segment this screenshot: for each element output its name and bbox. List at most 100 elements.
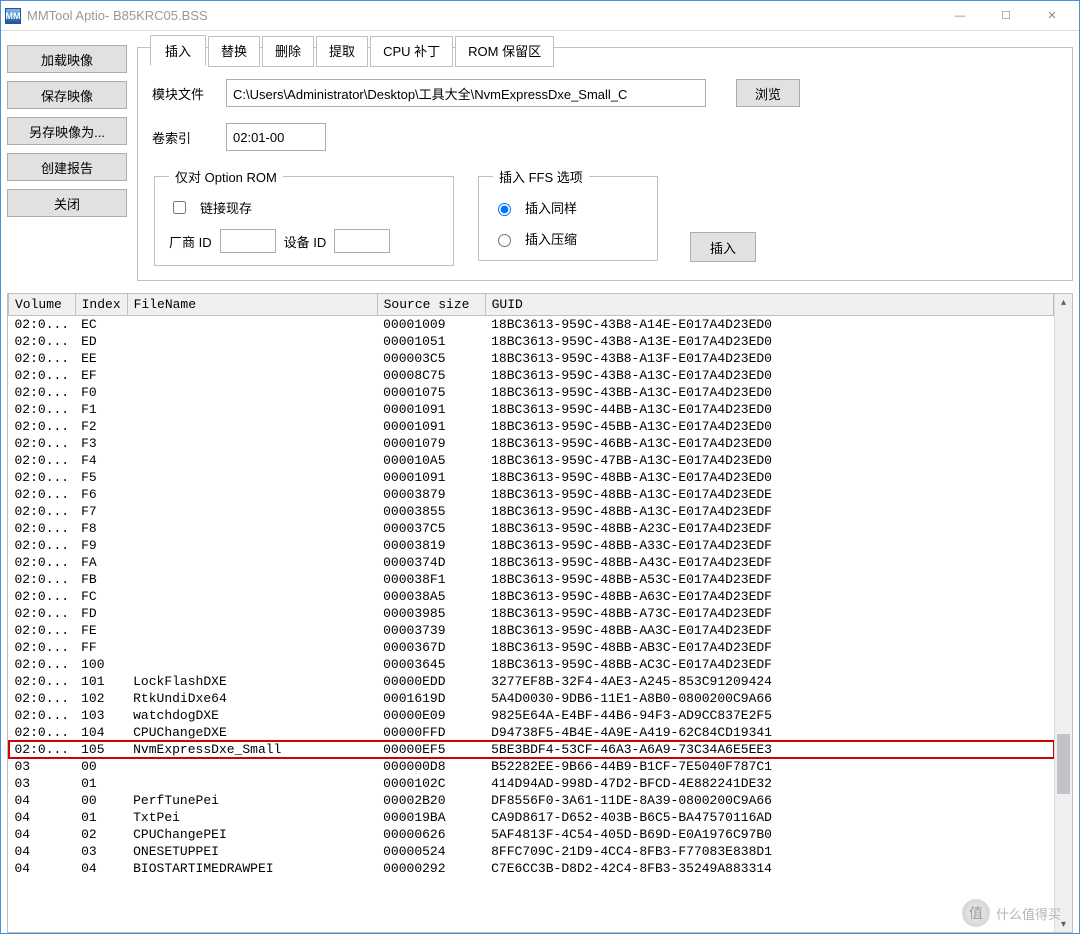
cell-fn: RtkUndiDxe64 (127, 690, 377, 707)
scroll-up-icon[interactable]: ▴ (1056, 294, 1072, 310)
app-icon: MM (5, 8, 21, 24)
table-row[interactable]: 02:0...104CPUChangeDXE00000FFDD94738F5-4… (9, 724, 1054, 741)
module-file-input[interactable] (226, 79, 706, 107)
col-sourcesize[interactable]: Source size (377, 294, 485, 316)
cell-sz: 000000D8 (377, 758, 485, 775)
cell-fn (127, 758, 377, 775)
volume-index-input[interactable] (226, 123, 326, 151)
table-row[interactable]: 02:0...FB000038F118BC3613-959C-48BB-A53C… (9, 571, 1054, 588)
table-row[interactable]: 02:0...EF00008C7518BC3613-959C-43B8-A13C… (9, 367, 1054, 384)
scroll-down-icon[interactable]: ▾ (1056, 916, 1072, 932)
cell-guid: 18BC3613-959C-48BB-AC3C-E017A4D23EDF (485, 656, 1053, 673)
link-existing-checkbox[interactable] (173, 201, 186, 214)
close-app-button[interactable]: 关闭 (7, 189, 127, 217)
table-row[interactable]: 02:0...F10000109118BC3613-959C-44BB-A13C… (9, 401, 1054, 418)
insert-button[interactable]: 插入 (690, 232, 756, 262)
table-row[interactable]: 02:0...103watchdogDXE00000E099825E64A-E4… (9, 707, 1054, 724)
cell-idx: F7 (75, 503, 127, 520)
cell-sz: 0000102C (377, 775, 485, 792)
cell-idx: 03 (75, 843, 127, 860)
table-row[interactable]: 02:0...F8000037C518BC3613-959C-48BB-A23C… (9, 520, 1054, 537)
module-file-label: 模块文件 (152, 84, 212, 103)
titlebar[interactable]: MM MMTool Aptio- B85KRC05.BSS — ☐ ✕ (1, 1, 1079, 31)
table-row[interactable]: 02:0...EC0000100918BC3613-959C-43B8-A14E… (9, 316, 1054, 334)
cell-guid: 18BC3613-959C-43B8-A14E-E017A4D23ED0 (485, 316, 1053, 334)
save-image-button[interactable]: 保存映像 (7, 81, 127, 109)
insert-compressed-label: 插入压缩 (525, 229, 577, 248)
cell-guid: 18BC3613-959C-43B8-A13E-E017A4D23ED0 (485, 333, 1053, 350)
table-row[interactable]: 02:0...FA0000374D18BC3613-959C-48BB-A43C… (9, 554, 1054, 571)
insert-same-radio[interactable] (498, 203, 511, 216)
table-row[interactable]: 02:0...FC000038A518BC3613-959C-48BB-A63C… (9, 588, 1054, 605)
table-row[interactable]: 0403ONESETUPPEI000005248FFC709C-21D9-4CC… (9, 843, 1054, 860)
save-image-as-button[interactable]: 另存映像为... (7, 117, 127, 145)
insert-compressed-radio[interactable] (498, 234, 511, 247)
table-row[interactable]: 02:0...101LockFlashDXE00000EDD3277EF8B-3… (9, 673, 1054, 690)
table-row[interactable]: 0402CPUChangePEI000006265AF4813F-4C54-40… (9, 826, 1054, 843)
table-row[interactable]: 02:0...102RtkUndiDxe640001619D5A4D0030-9… (9, 690, 1054, 707)
cell-vol: 02:0... (9, 571, 76, 588)
table-row[interactable]: 02:0...F30000107918BC3613-959C-46BB-A13C… (9, 435, 1054, 452)
table-row[interactable]: 02:0...F60000387918BC3613-959C-48BB-A13C… (9, 486, 1054, 503)
cell-fn (127, 486, 377, 503)
module-table[interactable]: Volume Index FileName Source size GUID 0… (8, 294, 1054, 877)
cell-fn (127, 367, 377, 384)
cell-vol: 02:0... (9, 690, 76, 707)
cell-guid: 18BC3613-959C-48BB-A13C-E017A4D23ED0 (485, 469, 1053, 486)
device-id-input[interactable] (334, 229, 390, 253)
cell-fn (127, 333, 377, 350)
table-row[interactable]: 02:0...F4000010A518BC3613-959C-47BB-A13C… (9, 452, 1054, 469)
maximize-button[interactable]: ☐ (983, 1, 1029, 31)
load-image-button[interactable]: 加载映像 (7, 45, 127, 73)
cell-sz: 00008C75 (377, 367, 485, 384)
table-row[interactable]: 02:0...FF0000367D18BC3613-959C-48BB-AB3C… (9, 639, 1054, 656)
table-row[interactable]: 02:0...F50000109118BC3613-959C-48BB-A13C… (9, 469, 1054, 486)
tab-insert[interactable]: 插入 (150, 35, 206, 66)
vendor-id-input[interactable] (220, 229, 276, 253)
cell-sz: 00001051 (377, 333, 485, 350)
vertical-scrollbar[interactable]: ▴ ▾ (1054, 294, 1072, 932)
tab-extract[interactable]: 提取 (316, 36, 368, 67)
table-row[interactable]: 0404BIOSTARTIMEDRAWPEI00000292C7E6CC3B-D… (9, 860, 1054, 877)
col-filename[interactable]: FileName (127, 294, 377, 316)
table-row[interactable]: 0401TxtPei000019BACA9D8617-D652-403B-B6C… (9, 809, 1054, 826)
table-row[interactable]: 0400PerfTunePei00002B20DF8556F0-3A61-11D… (9, 792, 1054, 809)
browse-button[interactable]: 浏览 (736, 79, 800, 107)
tab-delete[interactable]: 删除 (262, 36, 314, 67)
cell-vol: 02:0... (9, 350, 76, 367)
col-guid[interactable]: GUID (485, 294, 1053, 316)
scroll-track[interactable] (1055, 310, 1072, 916)
cell-sz: 00001091 (377, 418, 485, 435)
table-row[interactable]: 02:0...FE0000373918BC3613-959C-48BB-AA3C… (9, 622, 1054, 639)
table-row[interactable]: 02:0...ED0000105118BC3613-959C-43B8-A13E… (9, 333, 1054, 350)
table-row[interactable]: 02:0...105NvmExpressDxe_Small00000EF55BE… (9, 741, 1054, 758)
table-row[interactable]: 02:0...F90000381918BC3613-959C-48BB-A33C… (9, 537, 1054, 554)
table-row[interactable]: 02:0...FD0000398518BC3613-959C-48BB-A73C… (9, 605, 1054, 622)
main-panel: 插入 替换 删除 提取 CPU 补丁 ROM 保留区 模块文件 浏览 卷索引 (137, 47, 1073, 281)
ffs-fieldset: 插入 FFS 选项 插入同样 插入压缩 (478, 167, 658, 261)
table-row[interactable]: 02:0...F00000107518BC3613-959C-43BB-A13C… (9, 384, 1054, 401)
col-index[interactable]: Index (75, 294, 127, 316)
cell-sz: 000010A5 (377, 452, 485, 469)
col-volume[interactable]: Volume (9, 294, 76, 316)
create-report-button[interactable]: 创建报告 (7, 153, 127, 181)
cell-fn (127, 605, 377, 622)
tab-rom-reserve[interactable]: ROM 保留区 (455, 36, 554, 67)
table-row[interactable]: 02:0...F20000109118BC3613-959C-45BB-A13C… (9, 418, 1054, 435)
cell-idx: ED (75, 333, 127, 350)
cell-idx: 04 (75, 860, 127, 877)
minimize-button[interactable]: — (937, 1, 983, 31)
cell-vol: 02:0... (9, 486, 76, 503)
cell-sz: 00000524 (377, 843, 485, 860)
close-button[interactable]: ✕ (1029, 1, 1075, 31)
table-row[interactable]: 02:0...1000000364518BC3613-959C-48BB-AC3… (9, 656, 1054, 673)
scroll-thumb[interactable] (1057, 734, 1070, 794)
cell-guid: 18BC3613-959C-48BB-A73C-E017A4D23EDF (485, 605, 1053, 622)
table-row[interactable]: 02:0...EE000003C518BC3613-959C-43B8-A13F… (9, 350, 1054, 367)
tab-cpu-patch[interactable]: CPU 补丁 (370, 36, 453, 67)
cell-fn: BIOSTARTIMEDRAWPEI (127, 860, 377, 877)
tab-replace[interactable]: 替换 (208, 36, 260, 67)
table-row[interactable]: 0300000000D8B52282EE-9B66-44B9-B1CF-7E50… (9, 758, 1054, 775)
table-row[interactable]: 03010000102C414D94AD-998D-47D2-BFCD-4E88… (9, 775, 1054, 792)
table-row[interactable]: 02:0...F70000385518BC3613-959C-48BB-A13C… (9, 503, 1054, 520)
